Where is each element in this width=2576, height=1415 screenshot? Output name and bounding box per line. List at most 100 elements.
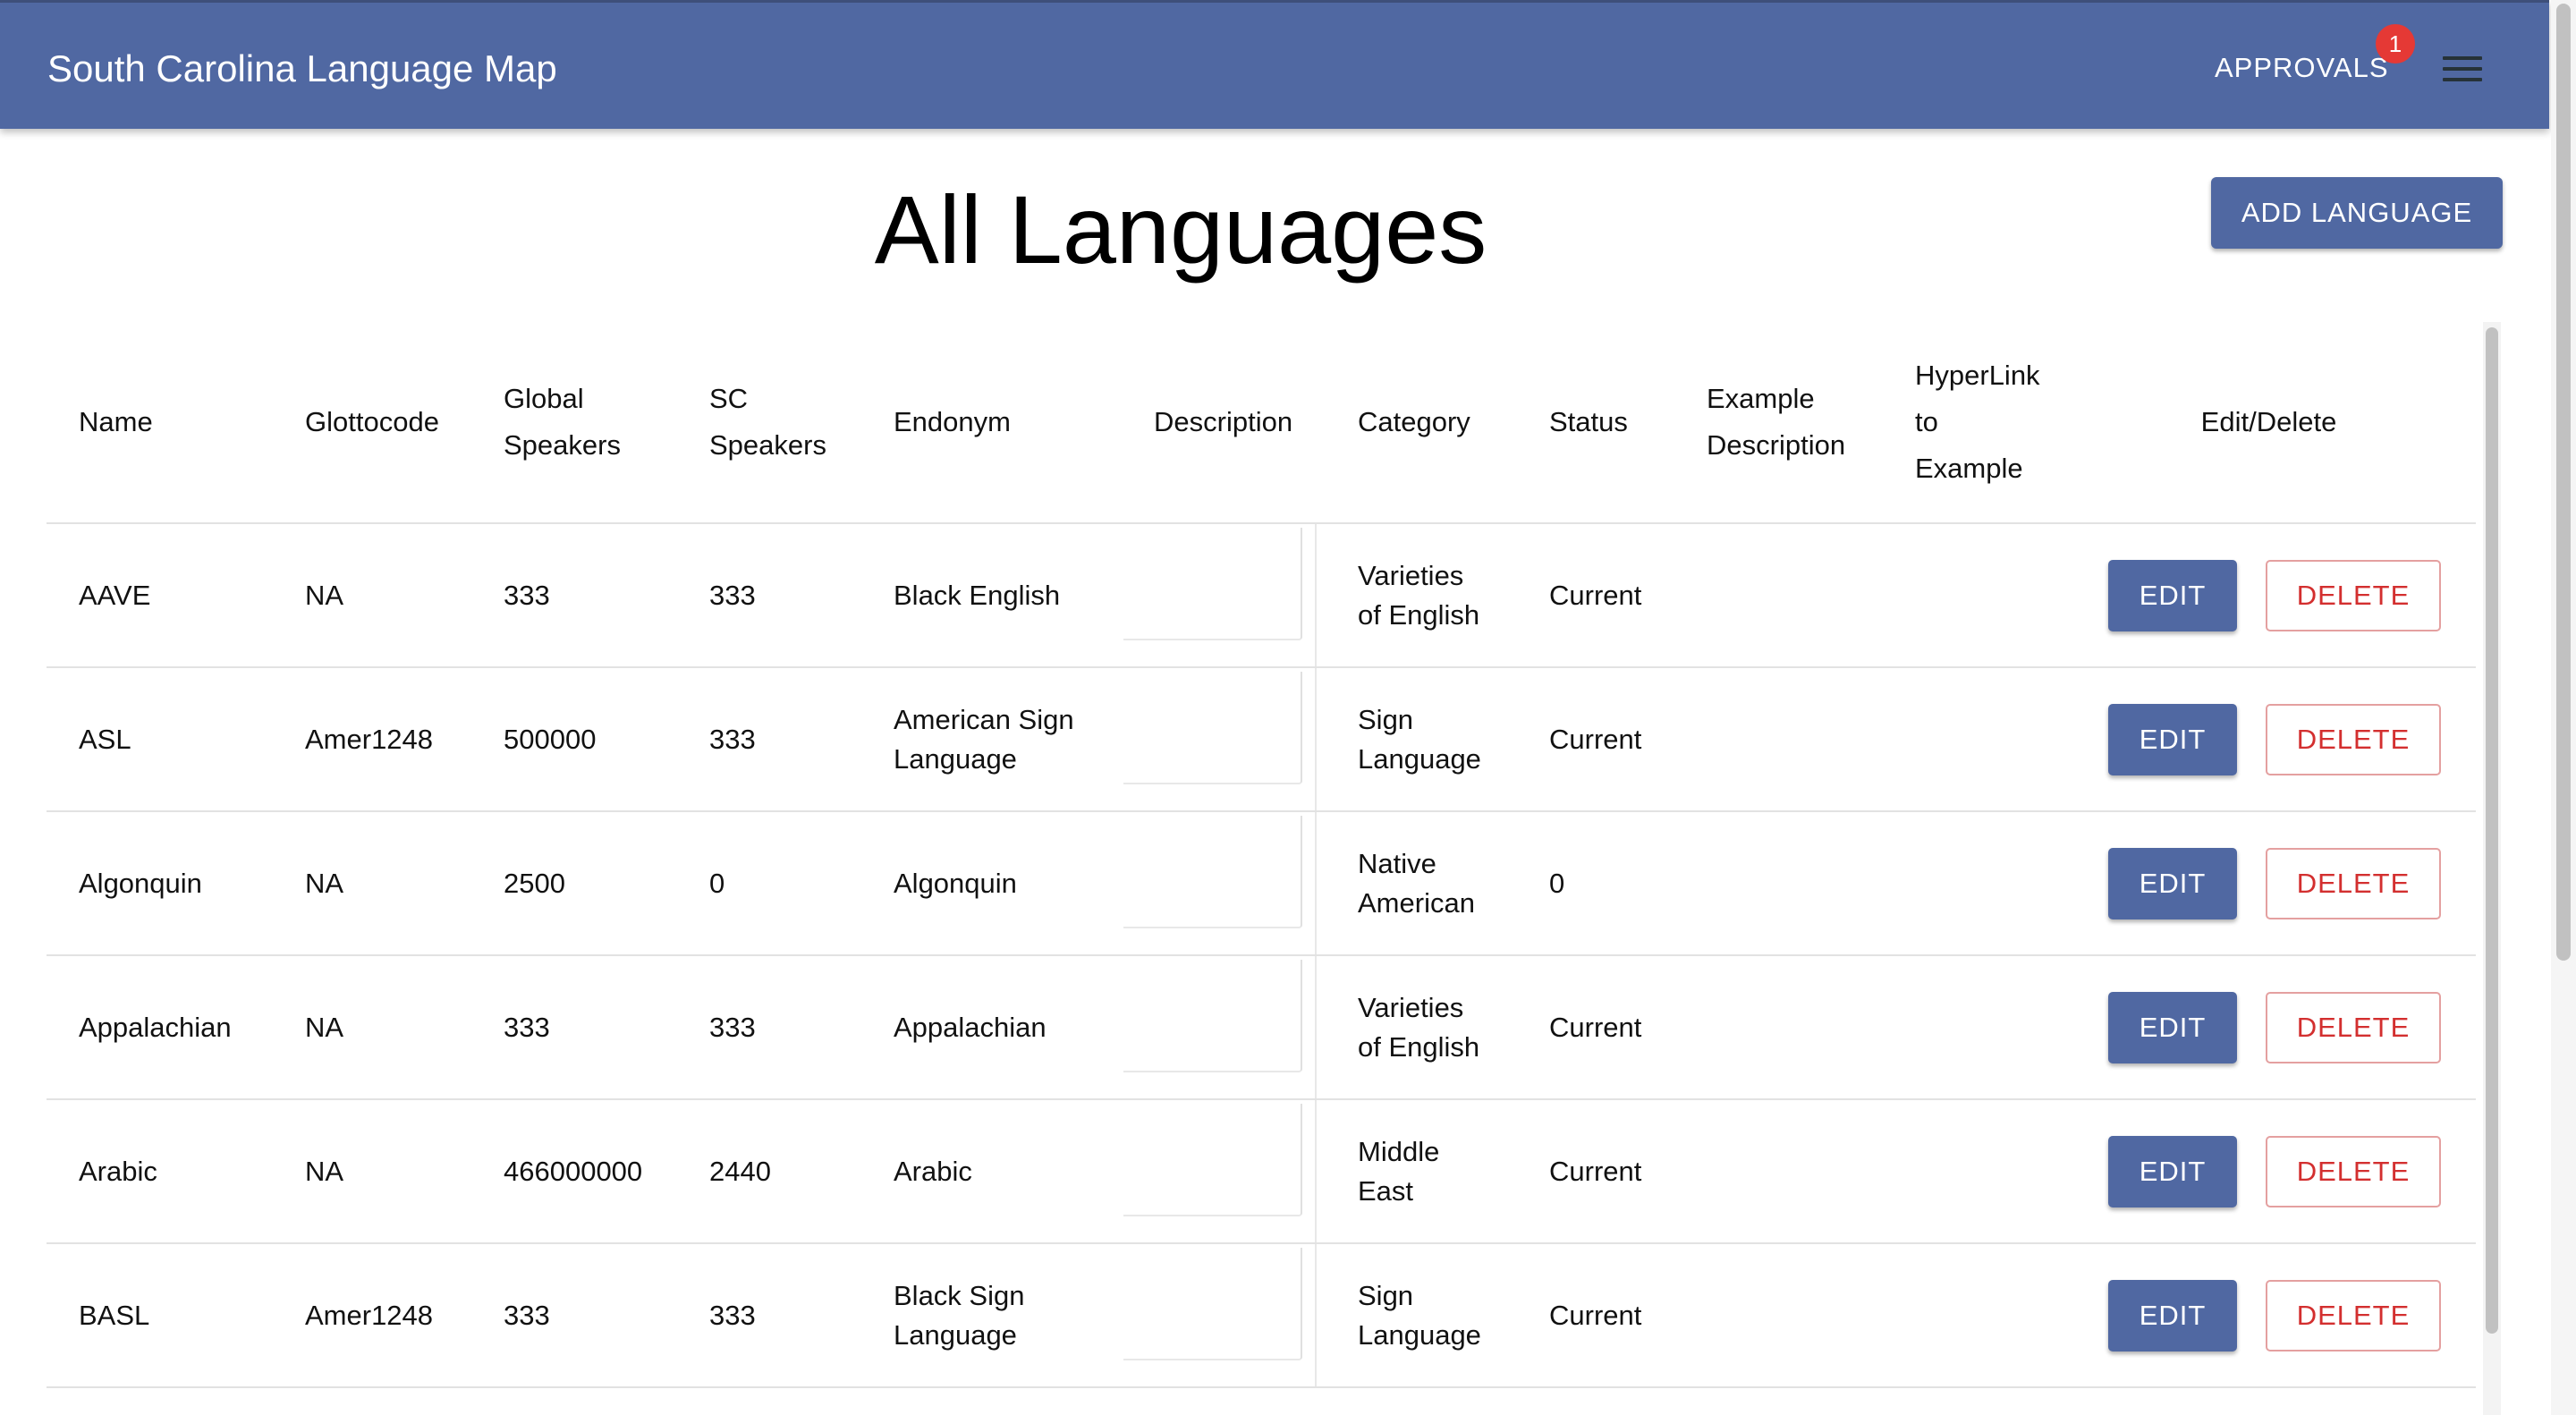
cell-description[interactable] (1122, 667, 1326, 812)
description-divider (1315, 524, 1340, 666)
app-title[interactable]: South Carolina Language Map (47, 42, 557, 96)
delete-button[interactable]: DELETE (2266, 1279, 2441, 1351)
table-header-row: Name Glottocode Global Speakers SC Speaker… (47, 322, 2476, 524)
cell-actions: EDIT DELETE (2062, 955, 2476, 1100)
languages-table: Name Glottocode Global Speakers SC Speaker… (47, 322, 2476, 1388)
cell-glottocode: NA (273, 811, 471, 956)
cell-sc-speakers: 0 (677, 811, 861, 956)
cell-name: BASL (47, 1243, 273, 1388)
delete-button[interactable]: DELETE (2266, 847, 2441, 919)
cell-sc-speakers: 333 (677, 667, 861, 812)
cell-example-description (1674, 667, 1883, 812)
description-box[interactable] (1123, 960, 1302, 1072)
column-header-glottocode: Glottocode (273, 322, 471, 524)
cell-status: 0 (1517, 811, 1674, 956)
table-scrollbar-thumb[interactable] (2486, 327, 2498, 1334)
edit-button[interactable]: EDIT (2108, 991, 2237, 1063)
cell-hyperlink (1883, 955, 2062, 1100)
cell-status: Current (1517, 1099, 1674, 1244)
edit-button[interactable]: EDIT (2108, 559, 2237, 631)
cell-name: Appalachian (47, 955, 273, 1100)
cell-description[interactable] (1122, 1099, 1326, 1244)
cell-global-speakers: 466000000 (471, 1099, 677, 1244)
cell-actions: EDIT DELETE (2062, 1243, 2476, 1388)
cell-hyperlink (1883, 667, 2062, 812)
cell-category: Sign Language (1326, 667, 1517, 812)
cell-category: Sign Language (1326, 1243, 1517, 1388)
edit-button[interactable]: EDIT (2108, 1279, 2237, 1351)
description-divider (1315, 1100, 1340, 1242)
table-row: Algonquin NA 2500 0 Algonquin Native American 0… (47, 811, 2476, 956)
cell-glottocode: NA (273, 523, 471, 668)
description-box[interactable] (1123, 816, 1302, 928)
column-header-category: Category (1326, 322, 1517, 524)
delete-button[interactable]: DELETE (2266, 559, 2441, 631)
description-box[interactable] (1123, 1248, 1302, 1360)
cell-hyperlink (1883, 1243, 2062, 1388)
cell-example-description (1674, 1243, 1883, 1388)
app-bar: South Carolina Language Map APPROVALS 1 (0, 0, 2549, 129)
edit-button[interactable]: EDIT (2108, 1135, 2237, 1207)
cell-sc-speakers: 333 (677, 955, 861, 1100)
description-box[interactable] (1123, 528, 1302, 640)
cell-endonym: American Sign Language (861, 667, 1122, 812)
cell-endonym: Arabic (861, 1099, 1122, 1244)
description-divider (1315, 812, 1340, 954)
cell-category: Native American (1326, 811, 1517, 956)
approvals-count-badge: 1 (2376, 24, 2415, 64)
description-divider (1315, 1244, 1340, 1386)
cell-sc-speakers: 333 (677, 523, 861, 668)
cell-glottocode: Amer1248 (273, 1243, 471, 1388)
description-divider (1315, 668, 1340, 810)
column-header-name: Name (47, 322, 273, 524)
hamburger-menu-icon[interactable] (2443, 55, 2482, 83)
cell-glottocode: NA (273, 1099, 471, 1244)
cell-actions: EDIT DELETE (2062, 1099, 2476, 1244)
page-scrollbar-thumb[interactable] (2556, 4, 2571, 961)
languages-table-container: Name Glottocode Global Speakers SC Speaker… (47, 322, 2476, 1388)
page-title: All Languages (874, 175, 1487, 284)
cell-name: ASL (47, 667, 273, 812)
delete-button[interactable]: DELETE (2266, 991, 2441, 1063)
column-header-edit-delete: Edit/Delete (2062, 322, 2476, 524)
cell-endonym: Black Sign Language (861, 1243, 1122, 1388)
column-header-endonym: Endonym (861, 322, 1122, 524)
cell-actions: EDIT DELETE (2062, 667, 2476, 812)
cell-category: Varieties of English (1326, 955, 1517, 1100)
cell-status: Current (1517, 955, 1674, 1100)
description-box[interactable] (1123, 672, 1302, 784)
column-header-status: Status (1517, 322, 1674, 524)
edit-button[interactable]: EDIT (2108, 703, 2237, 775)
cell-endonym: Algonquin (861, 811, 1122, 956)
cell-description[interactable] (1122, 811, 1326, 956)
column-header-sc-speakers: SC Speakers (677, 322, 861, 524)
description-box[interactable] (1123, 1104, 1302, 1216)
cell-actions: EDIT DELETE (2062, 811, 2476, 956)
cell-glottocode: Amer1248 (273, 667, 471, 812)
cell-global-speakers: 333 (471, 523, 677, 668)
table-row: AAVE NA 333 333 Black English Varieties of Eng… (47, 523, 2476, 668)
cell-description[interactable] (1122, 955, 1326, 1100)
cell-category: Middle East (1326, 1099, 1517, 1244)
add-language-button[interactable]: ADD LANGUAGE (2211, 177, 2503, 249)
cell-hyperlink (1883, 811, 2062, 956)
cell-hyperlink (1883, 1099, 2062, 1244)
table-row: BASL Amer1248 333 333 Black Sign Language Sign… (47, 1243, 2476, 1388)
edit-button[interactable]: EDIT (2108, 847, 2237, 919)
cell-endonym: Black English (861, 523, 1122, 668)
cell-sc-speakers: 2440 (677, 1099, 861, 1244)
cell-global-speakers: 2500 (471, 811, 677, 956)
cell-description[interactable] (1122, 523, 1326, 668)
table-row: ASL Amer1248 500000 333 American Sign Languag… (47, 667, 2476, 812)
cell-example-description (1674, 523, 1883, 668)
cell-glottocode: NA (273, 955, 471, 1100)
cell-status: Current (1517, 1243, 1674, 1388)
column-header-hyperlink: HyperLink to Example (1883, 322, 2062, 524)
delete-button[interactable]: DELETE (2266, 703, 2441, 775)
cell-sc-speakers: 333 (677, 1243, 861, 1388)
cell-example-description (1674, 811, 1883, 956)
delete-button[interactable]: DELETE (2266, 1135, 2441, 1207)
cell-description[interactable] (1122, 1243, 1326, 1388)
approvals-link[interactable]: APPROVALS (2215, 47, 2389, 89)
cell-name: Arabic (47, 1099, 273, 1244)
